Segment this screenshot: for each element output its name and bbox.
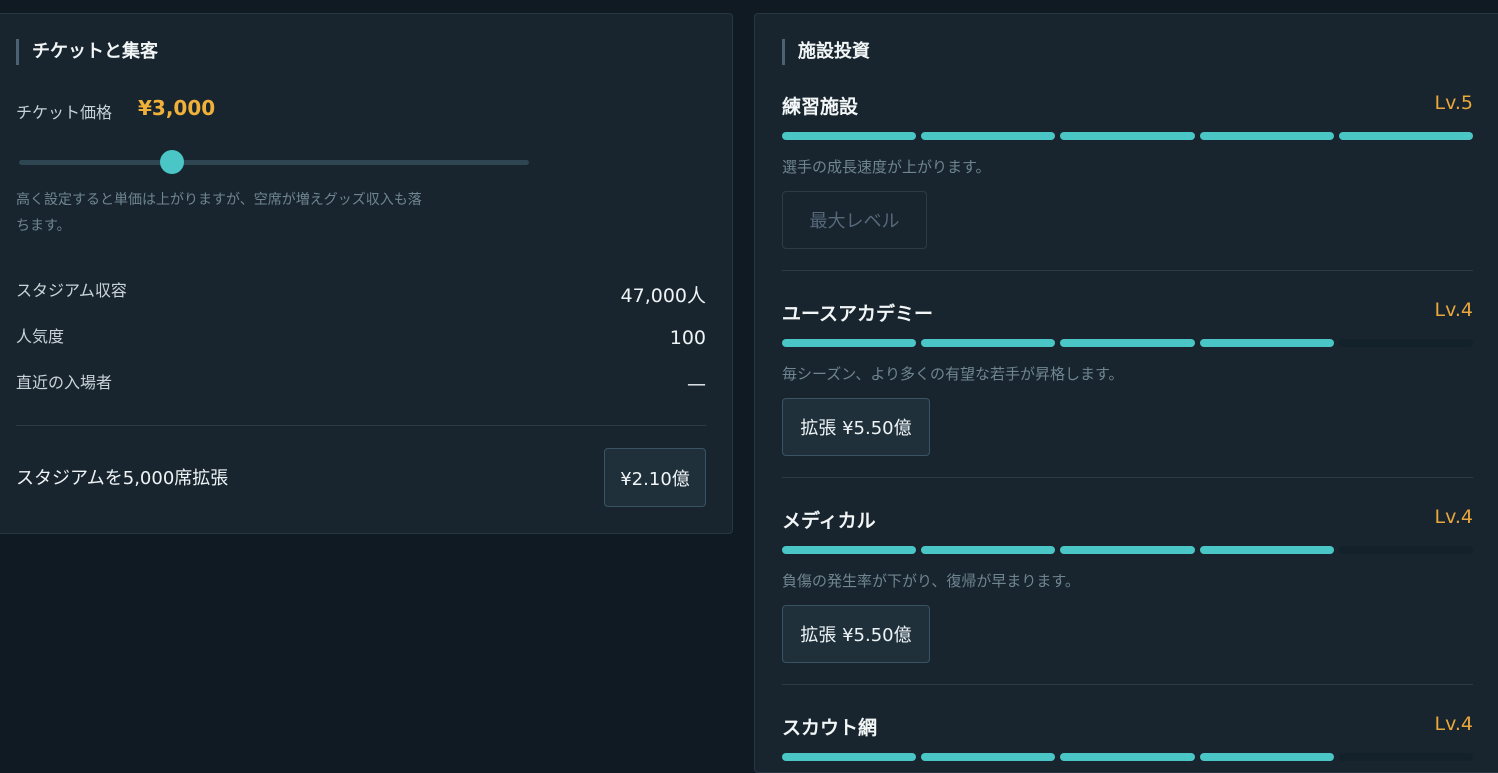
stat-value: 100 [669,327,706,349]
ticket-divider [16,425,706,426]
stat-value: — [687,373,706,395]
facility-name: ユースアカデミー [782,303,934,325]
level-segment-filled [921,132,1056,140]
facility-description: 毎シーズン、より多くの有望な若手が昇格します。 [782,365,1124,383]
facility-level: Lv.4 [1434,713,1473,735]
level-segment-filled [782,753,917,761]
facility-level-bar [782,132,1474,140]
level-segment-filled [1060,753,1195,761]
facility-level-bar [782,546,1474,554]
facility-level: Lv.5 [1434,92,1473,114]
facility-max-level-button[interactable]: 最大レベル [782,191,927,249]
ticket-panel: チケットと集客 チケット価格 ¥3,000 高く設定すると単価は上がりますが、空… [0,13,733,534]
stat-label: 直近の入場者 [16,373,113,392]
stat-value: 47,000人 [620,285,706,307]
facility-upgrade-button[interactable]: 拡張 ¥5.50億 [782,605,930,663]
ticket-price-label: チケット価格 [16,103,113,122]
level-segment-empty [1338,753,1474,761]
facility-name: スカウト網 [782,717,878,739]
level-segment-filled [1060,546,1195,554]
facility-upgrade-button[interactable]: 拡張 ¥5.50億 [782,398,930,456]
ticket-section-title: チケットと集客 [16,39,158,65]
level-segment-empty [1338,546,1474,554]
facility-level: Lv.4 [1434,299,1473,321]
facility-name: メディカル [782,510,876,532]
level-segment-filled [782,546,917,554]
stadium-expand-button[interactable]: ¥2.10億 [604,448,706,507]
level-segment-filled [921,753,1056,761]
level-segment-filled [1199,339,1334,347]
level-segment-filled [921,339,1056,347]
facility-divider [782,270,1473,271]
facility-level-bar [782,339,1474,347]
level-segment-filled [1199,546,1334,554]
level-segment-filled [1199,753,1334,761]
stadium-expand-label: スタジアムを5,000席拡張 [16,468,229,489]
ticket-price-value: ¥3,000 [138,96,216,120]
stat-label: スタジアム収容 [16,281,127,300]
level-segment-filled [1199,132,1334,140]
facility-section-title: 施設投資 [782,39,870,65]
facility-description: 選手の成長速度が上がります。 [782,158,991,176]
facility-description: 負傷の発生率が下がり、復帰が早まります。 [782,572,1080,590]
level-segment-filled [1060,339,1195,347]
facility-panel: 施設投資 練習施設 Lv.5 選手の成長速度が上がります。最大レベルユースアカデミー… [754,13,1498,773]
facility-level: Lv.4 [1434,506,1473,528]
facility-level-bar [782,753,1474,761]
level-segment-filled [1338,132,1474,140]
slider-track[interactable] [19,160,529,165]
stat-label: 人気度 [16,327,65,346]
level-segment-filled [782,339,917,347]
level-segment-filled [1060,132,1195,140]
level-segment-filled [921,546,1056,554]
level-segment-empty [1338,339,1474,347]
facility-divider [782,684,1473,685]
facility-name: 練習施設 [782,96,859,118]
slider-thumb[interactable] [160,150,184,174]
facility-divider [782,477,1473,478]
ticket-price-hint: 高く設定すると単価は上がりますが、空席が増えグッズ収入も落ちます。 [16,192,422,234]
level-segment-filled [782,132,917,140]
